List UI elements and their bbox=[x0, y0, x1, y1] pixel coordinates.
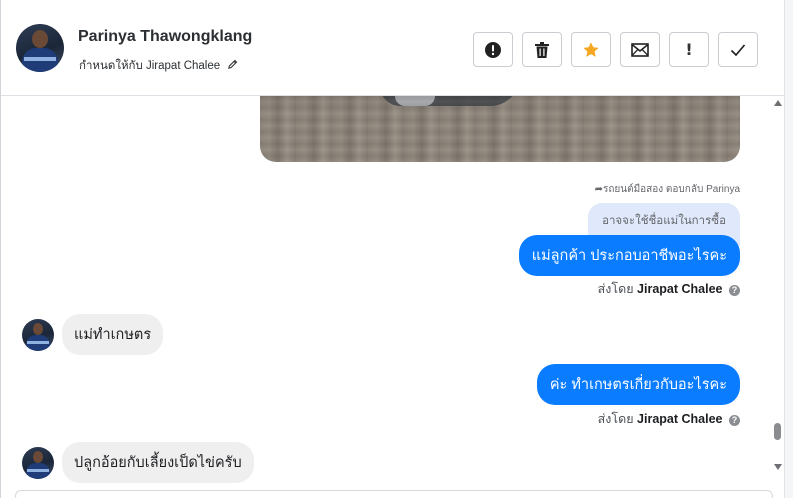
assigned-agent: Jirapat Chalee bbox=[146, 60, 221, 72]
sender-name: Jirapat Chalee bbox=[637, 282, 723, 296]
done-button[interactable] bbox=[718, 32, 758, 67]
assignment-info[interactable]: กำหนดให้กับ Jirapat Chalee bbox=[79, 57, 238, 75]
help-icon[interactable]: ? bbox=[729, 415, 740, 426]
help-icon[interactable]: ? bbox=[729, 285, 740, 296]
trash-icon bbox=[534, 41, 550, 59]
image-attachment[interactable] bbox=[260, 96, 740, 162]
contact-avatar[interactable] bbox=[16, 24, 64, 72]
avatar[interactable] bbox=[22, 318, 54, 351]
outgoing-message[interactable]: แม่ลูกค้า ประกอบอาชีพอะไรคะ bbox=[518, 235, 740, 276]
incoming-message-row: แม่ทำเกษตร bbox=[22, 314, 164, 355]
star-icon bbox=[582, 41, 600, 59]
contact-name[interactable]: Parinya Thawongklang bbox=[78, 28, 252, 46]
report-button[interactable] bbox=[473, 32, 513, 67]
reply-context: ➦รถยนต์มือสอง ตอบกลับ Parinya bbox=[594, 184, 740, 195]
assigned-prefix: กำหนดให้กับ bbox=[79, 60, 143, 72]
exclamation-icon: ! bbox=[685, 40, 693, 59]
page-scrollbar-track bbox=[784, 0, 793, 498]
scroll-thumb[interactable] bbox=[774, 423, 781, 440]
incoming-message[interactable]: แม่ทำเกษตร bbox=[62, 314, 164, 355]
outgoing-message[interactable]: ค่ะ ทำเกษตรเกี่ยวกับอะไรคะ bbox=[536, 364, 740, 405]
message-composer[interactable] bbox=[15, 490, 773, 498]
sent-by-label: ส่งโดย Jirapat Chalee ? bbox=[598, 279, 740, 299]
envelope-icon bbox=[631, 42, 649, 57]
important-button[interactable]: ! bbox=[669, 32, 709, 67]
delete-button[interactable] bbox=[522, 32, 562, 67]
conversation-panel: Parinya Thawongklang กำหนดให้กับ Jirapat… bbox=[0, 0, 793, 498]
conversation-header: Parinya Thawongklang กำหนดให้กับ Jirapat… bbox=[1, 0, 793, 96]
check-icon bbox=[730, 43, 746, 57]
conversation-actions: ! bbox=[473, 32, 758, 67]
thread-scrollbar[interactable] bbox=[771, 96, 784, 498]
sender-name: Jirapat Chalee bbox=[637, 412, 723, 426]
scroll-up-arrow-icon[interactable] bbox=[774, 100, 782, 106]
message-thread[interactable]: ➦รถยนต์มือสอง ตอบกลับ Parinya อาจจะใช้ชื… bbox=[1, 96, 771, 498]
mark-unread-button[interactable] bbox=[620, 32, 660, 67]
reply-arrow-icon: ➦ bbox=[594, 184, 603, 195]
incoming-message[interactable]: ปลูกอ้อยกับเลี้ยงเป็ดไข่ครับ bbox=[62, 442, 254, 483]
sent-by-label: ส่งโดย Jirapat Chalee ? bbox=[598, 409, 740, 429]
avatar[interactable] bbox=[22, 446, 54, 479]
exclamation-circle-icon bbox=[484, 41, 502, 59]
pencil-icon[interactable] bbox=[227, 59, 238, 73]
star-button[interactable] bbox=[571, 32, 611, 67]
scroll-down-arrow-icon[interactable] bbox=[774, 464, 782, 470]
incoming-message-row: ปลูกอ้อยกับเลี้ยงเป็ดไข่ครับ bbox=[22, 442, 254, 483]
